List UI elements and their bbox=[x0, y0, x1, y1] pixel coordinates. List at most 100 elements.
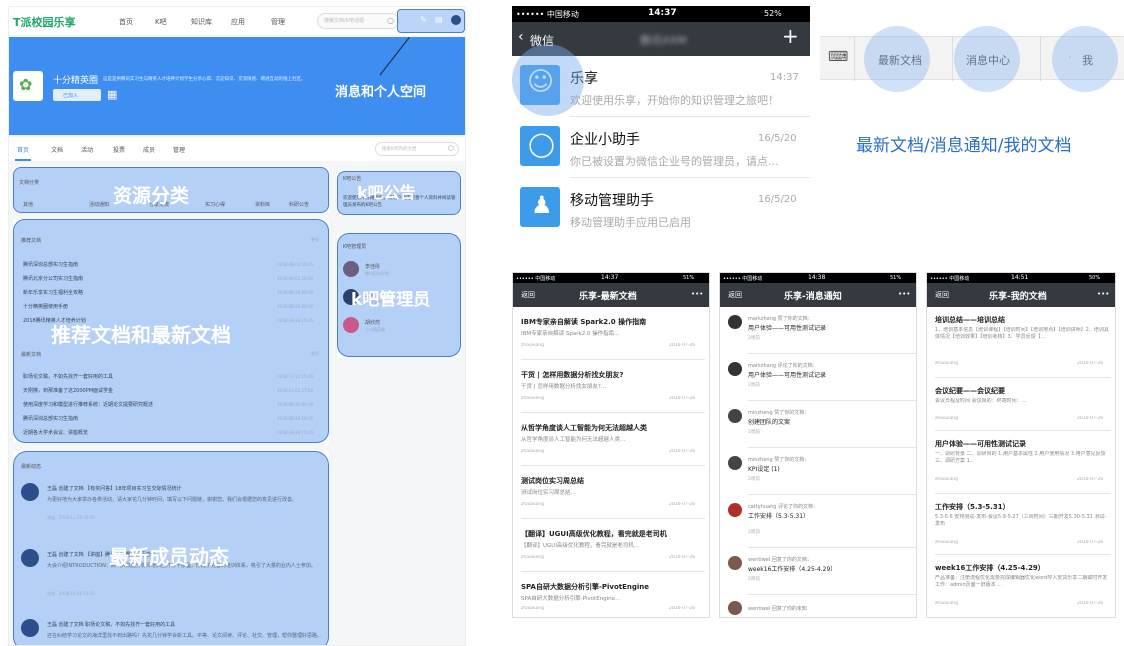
notice-avatar bbox=[728, 315, 742, 329]
list-item[interactable]: 职场论文稿，不如先找齐一套好用的工具 bbox=[23, 373, 113, 380]
doc-summary: 5.3-5.6 安排测试-发布-会议5.9-5.27（三周时间）三期开发5.30… bbox=[935, 514, 1107, 527]
tab-bubble-message bbox=[954, 26, 1020, 92]
tab-members[interactable]: 成员 bbox=[143, 145, 155, 154]
list-item[interactable]: 腾讯北京分公司实习生指南 bbox=[23, 275, 83, 282]
list-item[interactable]: markzhang 评论了你的文档： 用户体验——可用性测试记录 2周前 bbox=[720, 354, 916, 400]
activity-meta: 浏览 · 2018-10-28 12:23 bbox=[47, 591, 95, 596]
list-item-date: 2018-08-31 09:06 bbox=[277, 402, 314, 407]
list-item[interactable]: wentiwei 回复了你的未知 bbox=[720, 595, 916, 617]
tab-manage[interactable]: 管理 bbox=[173, 145, 185, 154]
activity-avatar[interactable] bbox=[21, 619, 39, 637]
list-item[interactable]: 会议纪要——会议纪要 会议日程及时间 会议目的：终端时间：... zhaoxia… bbox=[927, 378, 1115, 430]
p3-more-button[interactable]: ••• bbox=[1097, 290, 1109, 298]
qrcode-icon[interactable]: ▦ bbox=[107, 88, 117, 101]
activity-avatar[interactable] bbox=[21, 549, 39, 567]
chat-plus-button[interactable]: + bbox=[782, 24, 799, 48]
admin-name[interactable]: 李佳彤 bbox=[365, 263, 380, 270]
list-item[interactable]: cattyhuang 评论了你的文档： 工作安排（5.3-5.31） 2周前 bbox=[720, 495, 916, 547]
notice-doc: 工作安排（5.3-5.31） bbox=[748, 513, 810, 520]
recommended-more[interactable]: 更多 bbox=[311, 237, 319, 243]
nav-apps[interactable]: 应用 bbox=[231, 17, 245, 27]
admin-avatar[interactable] bbox=[343, 317, 359, 333]
keyboard-icon[interactable]: ⌨ bbox=[828, 49, 848, 65]
chat-item-snippet: 欢迎使用乐享，开始你的知识管理之旅吧！ bbox=[570, 94, 779, 107]
user-avatar[interactable] bbox=[451, 15, 461, 25]
list-item[interactable]: week16工作安排（4.25-4.29） 产品准备：注册流程优化需要完成编辑器… bbox=[927, 555, 1115, 617]
web-tabs-bar: 首页 文档 活动 投票 成员 管理 搜索K吧内的文档 ○ bbox=[9, 137, 465, 161]
nav-manage[interactable]: 管理 bbox=[271, 17, 285, 27]
list-item[interactable]: 干货 | 怎样用数据分析找女朋友? 干货 | 怎样用数据分析找女朋友?... z… bbox=[513, 360, 709, 412]
tab-activity[interactable]: 活动 bbox=[81, 145, 93, 154]
list-item-date: 2018-08-26 16:15 bbox=[277, 318, 314, 323]
nav-knowledge[interactable]: 知识库 bbox=[191, 17, 212, 27]
p3-carrier: •••••• 中国移动 bbox=[930, 276, 970, 282]
p1-more-button[interactable]: ••• bbox=[691, 290, 703, 298]
list-item[interactable]: 腾讯深圳总部实习生指南 bbox=[23, 261, 78, 268]
list-item[interactable]: 十分精英圈使用手册 bbox=[23, 303, 68, 310]
list-item[interactable]: 新年乐享实习生福利全攻略 bbox=[23, 289, 83, 296]
tab-vote[interactable]: 投票 bbox=[113, 145, 125, 154]
activity-headline[interactable]: 王磊 创建了文档 【有奖问答】18年项目实习生交际情况统计 bbox=[47, 485, 323, 492]
category-other[interactable]: 其他 bbox=[23, 201, 33, 208]
p1-time: 14:37 bbox=[601, 274, 619, 281]
list-item[interactable]: minzheng 赞了你的文档： 创建团队的文案 2周前 bbox=[720, 401, 916, 447]
doc-title: 从哲学角度谈人工智能为何无法超越人类 bbox=[521, 424, 647, 432]
tab-search-icon[interactable]: ○ bbox=[448, 144, 454, 152]
edit-icon[interactable]: ✎ bbox=[420, 15, 427, 24]
category-library[interactable]: 资料库 bbox=[255, 201, 270, 208]
doc-date: 2016-07-26 bbox=[1077, 361, 1104, 366]
phone-message-notice: •••••• 中国移动 14:38 51% 返回 乐享-消息通知 ••• mar… bbox=[719, 272, 917, 618]
p2-more-button[interactable]: ••• bbox=[898, 290, 910, 298]
nav-home[interactable]: 首页 bbox=[119, 17, 133, 27]
chat-item-assistant[interactable]: ◯ 企业小助手 16/5/20 你已被设置为微信企业号的管理员，请点... bbox=[512, 117, 810, 177]
admin-avatar[interactable] bbox=[343, 261, 359, 277]
tab-home[interactable]: 首页 bbox=[17, 145, 29, 154]
list-item[interactable]: 用户体验——可用性测试记录 一、调研背景 二、调研目的 1.用户基本属性 2.用… bbox=[927, 431, 1115, 493]
category-research[interactable]: 科研公告 bbox=[289, 201, 309, 208]
chat-item-mobile-admin[interactable]: ♟ 移动管理助手 16/5/20 移动管理助手应用已启用 bbox=[512, 178, 810, 238]
list-item[interactable]: 【翻译】UGUI高级优化教程，看完就是老司机 【翻译】UGUI高级优化教程，看完… bbox=[513, 519, 709, 571]
p2-back-button[interactable]: 返回 bbox=[728, 290, 742, 300]
phone-latest-docs: •••••• 中国移动 14:37 51% 返回 乐享-最新文档 ••• IBM… bbox=[512, 272, 710, 618]
list-item[interactable]: 从哲学角度谈人工智能为何无法超越人类 从哲学角度谈人工智能为何无法超越人类...… bbox=[513, 413, 709, 465]
list-item[interactable]: minzheng 赞了你的文档： KPI设定 (1) 2周前 bbox=[720, 448, 916, 494]
newest-more[interactable]: 更多 bbox=[311, 351, 319, 357]
web-logo[interactable]: T派校园乐享 bbox=[13, 14, 76, 30]
doc-title: 【翻译】UGUI高级优化教程，看完就是老司机 bbox=[521, 530, 667, 538]
list-item[interactable]: wentiwei 回复了你的文档： week16工作安排（4.25-4.29） … bbox=[720, 548, 916, 594]
list-item[interactable]: 工作安排（5.3-5.31） 5.3-5.6 安排测试-发布-会议5.9-5.2… bbox=[927, 494, 1115, 554]
tab-active-underline bbox=[15, 159, 31, 161]
tab-docs[interactable]: 文档 bbox=[51, 145, 63, 154]
admin-name[interactable]: 胡欣然 bbox=[365, 319, 380, 326]
p3-back-button[interactable]: 返回 bbox=[935, 290, 949, 300]
p1-back-button[interactable]: 返回 bbox=[521, 290, 535, 300]
activity-body: 为更好地为大家举办各类活动，请大家花几分钟时间，填写以下问题链，谢谢您。我们会根… bbox=[47, 497, 298, 503]
list-item[interactable]: 使用深度学习和模型进行推荐系统：近期论文提要研究概述 bbox=[23, 401, 153, 408]
p1-list: IBM专家亲自解读 Spark2.0 操作指南 IBM专家亲自解读 Spark2… bbox=[513, 307, 709, 617]
category-events[interactable]: 活动通知 bbox=[89, 201, 109, 208]
activity-headline[interactable]: 王磊 创建了文档 职场论文稿，不如先找齐一套好用的工具 bbox=[47, 621, 323, 628]
phone-my-docs: •••••• 中国移动 14:51 50% 返回 乐享-我的文档 ••• 培训总… bbox=[926, 272, 1116, 618]
nav-kba[interactable]: K吧 bbox=[155, 17, 167, 27]
category-intern[interactable]: 实习心得 bbox=[205, 201, 225, 208]
p1-status-bar: •••••• 中国移动 14:37 51% bbox=[513, 273, 709, 283]
doc-date: 2016-07-26 bbox=[669, 502, 696, 507]
activity-avatar[interactable] bbox=[21, 483, 39, 501]
list-item[interactable]: 近期各大学术会议、讲座概览 bbox=[23, 429, 88, 436]
search-icon[interactable]: ○ bbox=[387, 16, 394, 25]
tab-search-box[interactable]: 搜索K吧内的文档 ○ bbox=[375, 142, 459, 156]
list-item[interactable]: markzhang 赞了你的文档： 用户体验——可用性测试记录 2周前 bbox=[720, 307, 916, 353]
list-item[interactable]: IBM专家亲自解读 Spark2.0 操作指南 IBM专家亲自解读 Spark2… bbox=[513, 307, 709, 359]
p2-status-bar: •••••• 中国移动 14:38 51% bbox=[720, 273, 916, 283]
list-item[interactable]: 腾讯深圳总部实习生指南 bbox=[23, 415, 78, 422]
message-icon[interactable]: ▤ bbox=[435, 15, 443, 24]
list-item[interactable]: 天刚擦，到那准备了这2000PM面试学金 bbox=[23, 387, 113, 394]
web-search-box[interactable]: 搜索文档/K吧话题 ○ bbox=[317, 13, 399, 29]
chat-back-button[interactable]: ‹ bbox=[518, 29, 524, 45]
doc-author: zhaoxiang bbox=[521, 606, 544, 611]
list-item[interactable]: 培训总结——培训总结 1、培训基本信息【培训课程】【培训时间】【培训地点】【培训… bbox=[927, 307, 1115, 377]
list-item[interactable]: SPA自研大数据分析引擎-PivotEngine SPA自研大数据分析引擎-Pi… bbox=[513, 572, 709, 617]
doc-date: 2016-07-26 bbox=[669, 449, 696, 454]
joined-button[interactable]: 已加入 bbox=[53, 89, 101, 101]
list-item[interactable]: 测试岗位实习周总结 测试岗位实习周总结... zhaoxiang 2016-07… bbox=[513, 466, 709, 518]
